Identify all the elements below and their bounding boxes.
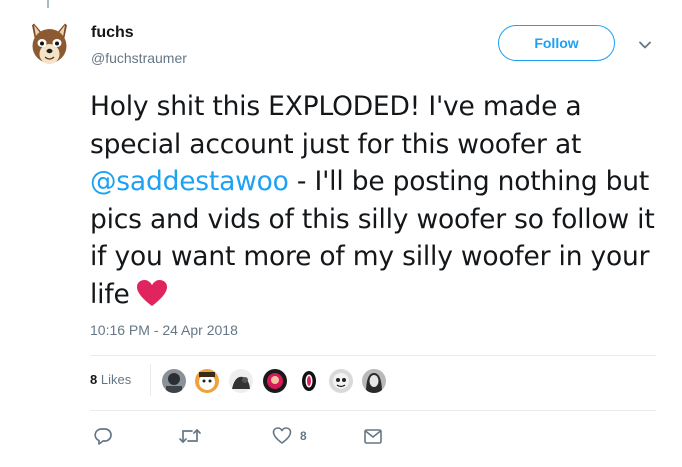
follow-button[interactable]: Follow (498, 25, 615, 61)
divider-bottom (90, 410, 656, 411)
divider-top (90, 355, 656, 356)
tweet-text-part1: Holy shit this EXPLODED! I've made a spe… (90, 91, 582, 160)
heart-emoji-icon (136, 279, 168, 318)
reply-icon (94, 428, 112, 445)
author-name[interactable]: fuchs (91, 24, 134, 42)
author-avatar[interactable] (25, 18, 74, 67)
mention-link[interactable]: @saddestawoo (90, 166, 289, 197)
author-handle[interactable]: @fuchstraumer (91, 50, 187, 66)
like-count: 8 (300, 429, 307, 443)
heart-icon (272, 427, 292, 444)
thread-connector-line (47, 0, 49, 8)
likes-summary[interactable]: 8 Likes (90, 372, 131, 387)
retweet-icon (179, 429, 201, 443)
more-options-caret[interactable] (636, 36, 654, 54)
wolf-avatar-icon (25, 18, 74, 67)
tweet-timestamp[interactable]: 10:16 PM - 24 Apr 2018 (90, 322, 238, 338)
liker-avatar[interactable] (362, 369, 386, 393)
likes-separator (150, 364, 151, 396)
liker-avatar[interactable] (162, 369, 186, 393)
likes-count: 8 (90, 372, 98, 387)
liker-avatar[interactable] (297, 369, 321, 393)
tweet-text: Holy shit this EXPLODED! I've made a spe… (90, 88, 665, 317)
direct-message-button[interactable] (363, 426, 383, 446)
likes-label: Likes (100, 372, 132, 387)
envelope-icon (364, 429, 382, 444)
retweet-button[interactable] (178, 426, 202, 446)
liker-avatar[interactable] (263, 369, 287, 393)
liker-avatar[interactable] (195, 369, 219, 393)
liker-avatar[interactable] (329, 369, 353, 393)
chevron-down-icon (639, 41, 651, 49)
reply-button[interactable] (93, 426, 113, 446)
liker-avatar[interactable] (229, 369, 253, 393)
like-button[interactable]: 8 (272, 426, 307, 446)
